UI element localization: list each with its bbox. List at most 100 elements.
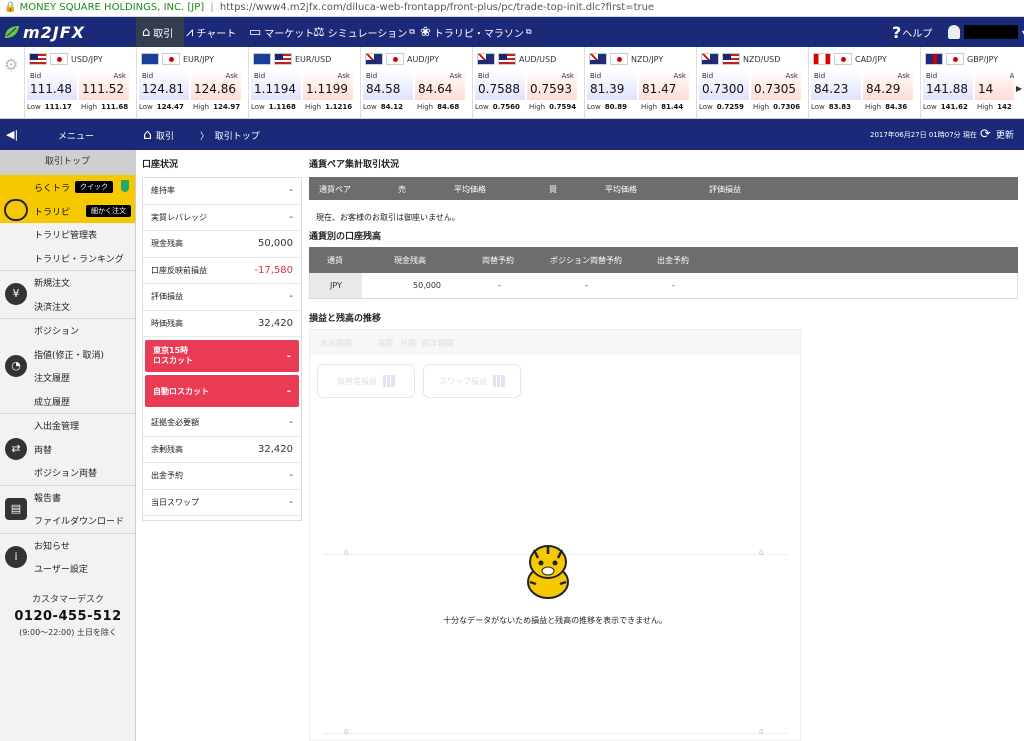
breadcrumb-bar: ◀| メニュー ⌂ 取引 〉 取引トップ 2017年06月27日 01時07分 現… <box>0 119 1024 150</box>
ask-button[interactable]: Ask 1.1199 <box>303 70 353 100</box>
swap-pl-button[interactable]: スワップ損益 <box>423 364 521 398</box>
high-price: 124.97 <box>213 103 241 111</box>
simulation-icon: ⚖ <box>313 24 325 40</box>
rate-card-aud-usd[interactable]: AUD/USD Bid 0.7588 Ask 0.7593 Low 0.7560 High 0.… <box>472 47 582 119</box>
gear-icon[interactable]: ⚙ <box>4 55 20 74</box>
sidebar-group-positions: ◔ ポジション 指値(修正・取消) 注文履歴 成立履歴 <box>0 319 135 414</box>
bid-button[interactable]: Bid 1.1194 <box>251 70 301 100</box>
sidebar-item-torapi-ranking[interactable]: トラリピ・ランキング <box>0 247 135 271</box>
m2jfx-logo[interactable]: m2JFX <box>4 23 134 42</box>
bid-button[interactable]: Bid 141.88 <box>923 70 973 100</box>
nav-simulation[interactable]: ⚖ シミュレーション ⧉ <box>313 17 415 47</box>
user-menu[interactable]: ▾ <box>948 22 1024 42</box>
account-row: 評価損益 - <box>143 284 301 311</box>
currency-balance-title: 通貨別の口座残高 <box>309 232 382 242</box>
top-nav: m2JFX ⌂ 取引 ⩘ チャート ▭ マーケット ⚖ シミュレーション ⧉ ❀ トラリピ・… <box>0 17 1024 47</box>
info-icon: i <box>5 545 27 568</box>
sidebar-item-execution-history[interactable]: 成立履歴 <box>0 390 135 414</box>
col-sell-avg: 平均価格 <box>454 185 486 194</box>
detail-order-badge[interactable]: 細かく注文 <box>86 205 131 217</box>
sidebar-item-torapi-table[interactable]: トラリピ管理表 <box>0 223 135 247</box>
ask-button[interactable]: Ask 84.64 <box>415 70 465 100</box>
table-row: JPY 50,000 - - - <box>309 273 1018 299</box>
sidebar-item-deposit-withdraw[interactable]: 入出金管理 <box>0 414 135 438</box>
flag-icon <box>141 53 159 65</box>
rate-card-usd-jpy[interactable]: USD/JPY Bid 111.48 Ask 111.52 Low 111.17 High 11… <box>24 47 134 119</box>
nav-market[interactable]: ▭ マーケット <box>249 17 314 47</box>
ask-button[interactable]: Ask 124.86 <box>191 70 241 100</box>
sidebar-item-trade-top[interactable]: 取引トップ <box>0 150 135 175</box>
ask-button[interactable]: Ask 81.47 <box>639 70 689 100</box>
rate-card-gbp-jpy[interactable]: GBP/JPYBid141.88Ask14Low141.62High142 <box>920 47 1024 119</box>
tab-quarterly[interactable]: 四半期間 <box>422 338 454 349</box>
bid-button[interactable]: Bid 81.39 <box>587 70 637 100</box>
high-price: 84.36 <box>885 103 908 111</box>
bid-button[interactable]: Bid 0.7588 <box>475 70 525 100</box>
account-row: 当日スワップ - <box>143 490 301 516</box>
positions-icon: ◔ <box>5 355 27 377</box>
rate-card-cad-jpy[interactable]: CAD/JPY Bid 84.23 Ask 84.29 Low 83.83 High 84.36 <box>808 47 918 119</box>
sidebar-item-rakutora[interactable]: らくトラ クイック <box>0 175 135 199</box>
exchange-icon: ⇄ <box>5 438 27 460</box>
customer-desk-hours: (9:00～22:00) 土日を除く <box>19 628 117 637</box>
ask-button[interactable]: Ask 0.7593 <box>527 70 577 100</box>
exchange-pl-button[interactable]: 両替差損益 <box>317 364 415 398</box>
nav-trade[interactable]: ⌂ 取引 <box>136 17 184 47</box>
no-data-message: 十分なデータがないため損益と残高の推移を表示できません。 <box>443 616 667 625</box>
account-row: 余剰残高 32,420 <box>143 437 301 463</box>
ask-button[interactable]: Ask 84.29 <box>863 70 913 100</box>
ask-button[interactable]: Ask 111.52 <box>79 70 129 100</box>
account-row-value: - <box>289 470 293 482</box>
quick-badge[interactable]: クイック <box>75 181 113 193</box>
refresh-button[interactable]: ⟳ 更新 <box>980 127 1014 142</box>
account-row-label: 評価損益 <box>151 292 183 302</box>
bid-price: 111.48 <box>30 82 72 96</box>
bid-button[interactable]: Bid 124.81 <box>139 70 189 100</box>
pair-name: NZD/USD <box>743 54 781 64</box>
rate-card-eur-usd[interactable]: EUR/USD Bid 1.1194 Ask 1.1199 Low 1.1168 High 1.… <box>248 47 358 119</box>
shield-icon <box>121 180 129 192</box>
sidebar: 取引トップ らくトラ クイック トラリピ 細かく注文 トラリピ管理表 トラリピ・… <box>0 150 136 741</box>
menu-label[interactable]: メニュー <box>58 129 94 142</box>
bid-button[interactable]: Bid 111.48 <box>27 70 77 100</box>
low-price: 80.89 <box>604 103 627 111</box>
sidebar-group-torapi: トラリピ管理表 トラリピ・ランキング <box>0 223 135 271</box>
sidebar-item-position-exchange[interactable]: ポジション両替 <box>0 461 135 485</box>
user-avatar-icon <box>948 25 960 39</box>
col-exchange-reserve: 両替予約 <box>482 256 514 265</box>
help-link[interactable]: ? ヘルプ <box>892 17 932 47</box>
ticker-scroll-right-icon[interactable]: ▶ <box>1014 69 1024 109</box>
rate-card-eur-jpy[interactable]: EUR/JPY Bid 124.81 Ask 124.86 Low 124.47 High 12… <box>136 47 246 119</box>
low-price: 84.12 <box>380 103 403 111</box>
nav-marathon[interactable]: ❀ トラリピ・マラソン ⧉ <box>420 17 532 47</box>
sidebar-item-positions[interactable]: ポジション <box>0 319 135 343</box>
rate-card-nzd-usd[interactable]: NZD/USD Bid 0.7300 Ask 0.7305 Low 0.7259 High 0.… <box>696 47 806 119</box>
high-price: 1.1216 <box>325 103 353 111</box>
flag-icon <box>589 53 607 65</box>
nav-chart[interactable]: ⩘ チャート <box>186 17 236 47</box>
high-price: 84.68 <box>437 103 460 111</box>
account-row-value: - <box>289 417 293 429</box>
pair-name: NZD/JPY <box>631 54 664 64</box>
period-label: 表示期間 <box>320 339 352 348</box>
breadcrumb-home[interactable]: ⌂ 取引 <box>143 127 174 143</box>
bid-button[interactable]: Bid 0.7300 <box>699 70 749 100</box>
flag-icon <box>834 53 852 65</box>
no-trades-message: 現在、お客様のお取引は御座いません。 <box>316 213 460 222</box>
rate-card-aud-jpy[interactable]: AUD/JPY Bid 84.58 Ask 84.64 Low 84.12 High 84.68 <box>360 47 470 119</box>
tiger-mascot-icon <box>527 545 569 599</box>
bid-button[interactable]: Bid 84.23 <box>811 70 861 100</box>
pair-name: EUR/USD <box>295 54 332 64</box>
collapse-menu-icon[interactable]: ◀| <box>6 128 18 141</box>
tab-monthly[interactable]: 月間 <box>400 338 416 349</box>
trend-title: 損益と残高の推移 <box>309 314 382 324</box>
browser-url-bar[interactable]: 🔒 MONEY SQUARE HOLDINGS, INC. [JP] | htt… <box>0 0 1024 17</box>
url-text[interactable]: https://www4.m2jfx.com/diluca-web-fronta… <box>220 2 654 13</box>
position-exchange-reserve-cell: - <box>585 281 588 290</box>
tab-weekly[interactable]: 週間 <box>377 338 393 349</box>
rate-card-nzd-jpy[interactable]: NZD/JPY Bid 81.39 Ask 81.47 Low 80.89 High 81.44 <box>584 47 694 119</box>
ask-button[interactable]: Ask 0.7305 <box>751 70 801 100</box>
trend-chart-panel: 表示期間 週間 月間 四半期間 両替差損益 スワップ損益 0 0 十分なデータが… <box>309 329 801 741</box>
sidebar-group-funds: ⇄ 入出金管理 両替 ポジション両替 <box>0 414 135 486</box>
bid-button[interactable]: Bid 84.58 <box>363 70 413 100</box>
